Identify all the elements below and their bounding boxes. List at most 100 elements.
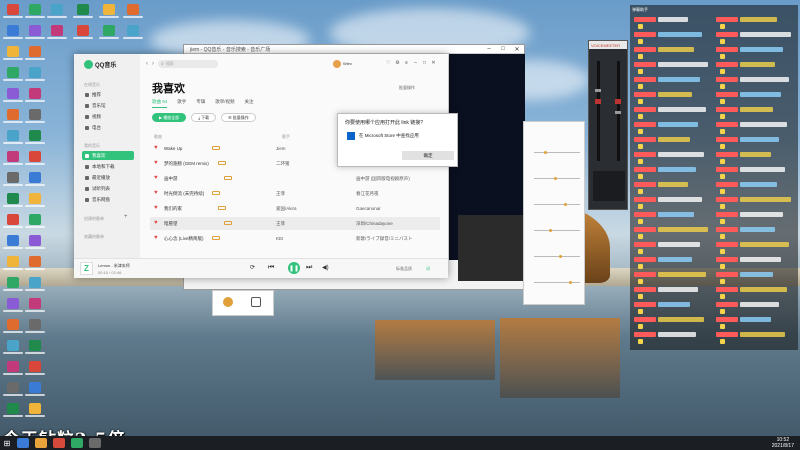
desktop-shortcut-icon[interactable] bbox=[25, 235, 45, 251]
song-title[interactable]: Wake Up bbox=[164, 146, 182, 151]
song-album[interactable]: 深圳/Chinadayone bbox=[356, 221, 393, 227]
search-input[interactable]: ⌕ 搜索 bbox=[158, 60, 218, 68]
small-window[interactable] bbox=[212, 290, 274, 316]
sidebar-item-trial[interactable]: 试听列表 bbox=[82, 184, 134, 193]
batch-button[interactable]: ☰ 批量操作 bbox=[221, 113, 256, 122]
fader-knob[interactable] bbox=[595, 89, 601, 92]
tab-follow[interactable]: 关注 bbox=[245, 99, 254, 108]
add-playlist-icon[interactable]: + bbox=[124, 214, 128, 220]
desktop-shortcut-icon[interactable] bbox=[3, 109, 23, 125]
sidebar-item-music-hall[interactable]: 音乐馆 bbox=[82, 101, 134, 110]
sidebar-item-recommend[interactable]: 推荐 bbox=[82, 90, 134, 99]
song-album[interactable]: 新歌/ライブ録音/ミニバスト bbox=[356, 236, 413, 242]
sidebar-item-cloud[interactable]: 音乐网盘 bbox=[82, 195, 134, 204]
desktop-shortcut-icon[interactable] bbox=[3, 46, 23, 62]
lyric-button[interactable]: 词 bbox=[426, 266, 430, 272]
taskbar-app-icon[interactable] bbox=[35, 438, 47, 448]
desktop-shortcut-icon[interactable] bbox=[99, 25, 119, 41]
settings-window[interactable] bbox=[523, 121, 585, 305]
slider-handle[interactable] bbox=[564, 203, 567, 206]
sidebar-item-radio[interactable]: 电台 bbox=[82, 123, 134, 132]
song-title[interactable]: 画中游 bbox=[164, 176, 178, 182]
slider-handle[interactable] bbox=[569, 281, 572, 284]
heart-icon[interactable]: ♥ bbox=[154, 220, 158, 226]
close-icon[interactable]: ✕ bbox=[510, 46, 524, 53]
maximize-icon[interactable]: □ bbox=[496, 46, 510, 53]
desktop-shortcut-icon[interactable] bbox=[3, 277, 23, 293]
download-button[interactable]: ⤓ 下载 bbox=[191, 113, 217, 122]
song-album[interactable]: Gaecanonar bbox=[356, 206, 381, 211]
song-album[interactable]: 春江花月夜 bbox=[356, 191, 379, 197]
desktop-shortcut-icon[interactable] bbox=[3, 88, 23, 104]
desktop-shortcut-icon[interactable] bbox=[25, 193, 45, 209]
slider[interactable] bbox=[534, 152, 580, 153]
desktop-shortcut-icon[interactable] bbox=[25, 109, 45, 125]
tab-playlists[interactable]: 歌单/视频 bbox=[215, 99, 234, 108]
desktop-shortcut-icon[interactable] bbox=[25, 361, 45, 377]
menu-icon[interactable]: ≡ bbox=[402, 60, 411, 66]
maximize-icon[interactable]: □ bbox=[420, 60, 429, 66]
desktop-shortcut-icon[interactable] bbox=[123, 4, 143, 20]
mute-button[interactable] bbox=[615, 99, 621, 104]
now-playing-title[interactable]: Lemon - 米津玄师 bbox=[98, 263, 130, 269]
desktop-shortcut-icon[interactable] bbox=[25, 214, 45, 230]
desktop-shortcut-icon[interactable] bbox=[99, 4, 119, 20]
heart-icon[interactable]: ♥ bbox=[154, 235, 158, 241]
desktop-shortcut-icon[interactable] bbox=[3, 151, 23, 167]
desktop-shortcut-icon[interactable] bbox=[25, 67, 45, 83]
pause-button[interactable]: ❚❚ bbox=[288, 262, 300, 274]
song-album[interactable]: 画中游 (国风版电视剧原声) bbox=[356, 176, 410, 182]
table-row[interactable]: ♥ 时光倒流 (未完待续) 王菲 春江花月夜 bbox=[150, 187, 440, 200]
slider[interactable] bbox=[534, 256, 580, 257]
settings-icon[interactable]: ⚙ bbox=[393, 60, 402, 66]
album-cover[interactable]: Z bbox=[80, 262, 93, 275]
song-title[interactable]: 暗愿望 bbox=[164, 221, 178, 227]
heart-icon[interactable]: ♥ bbox=[154, 205, 158, 211]
sidebar-item-liked[interactable]: 我喜欢 bbox=[82, 151, 134, 160]
desktop-shortcut-icon[interactable] bbox=[47, 25, 67, 41]
app-icon[interactable] bbox=[223, 297, 233, 307]
windows-start-icon[interactable]: ⊞ bbox=[0, 436, 14, 450]
desktop-shortcut-icon[interactable] bbox=[3, 193, 23, 209]
next-icon[interactable]: ⏭ bbox=[306, 264, 312, 272]
taskbar-app-icon[interactable] bbox=[71, 438, 83, 448]
desktop-shortcut-icon[interactable] bbox=[73, 4, 93, 20]
desktop-shortcut-icon[interactable] bbox=[3, 67, 23, 83]
heart-icon[interactable]: ♥ bbox=[154, 190, 158, 196]
sidebar-item-video[interactable]: 视频 bbox=[82, 112, 134, 121]
desktop-shortcut-icon[interactable] bbox=[25, 298, 45, 314]
play-all-button[interactable]: ▶ 播放全部 bbox=[152, 113, 187, 122]
qqmusic-logo[interactable]: QQ音乐 bbox=[84, 60, 116, 69]
mute-button[interactable] bbox=[595, 99, 601, 104]
song-artist[interactable]: KEI bbox=[276, 236, 283, 241]
heart-icon[interactable]: ♥ bbox=[154, 175, 158, 181]
desktop-shortcut-icon[interactable] bbox=[25, 130, 45, 146]
tab-songs[interactable]: 歌曲 94 bbox=[152, 99, 168, 108]
song-title[interactable]: 我们的家 bbox=[164, 206, 182, 212]
heart-icon[interactable]: ♥ bbox=[154, 145, 158, 151]
sidebar-item-recent[interactable]: 最近播放 bbox=[82, 173, 134, 182]
forward-icon[interactable]: › bbox=[152, 61, 154, 67]
desktop-shortcut-icon[interactable] bbox=[47, 4, 67, 20]
slider[interactable] bbox=[534, 178, 580, 179]
desktop-shortcut-icon[interactable] bbox=[3, 235, 23, 251]
desktop-shortcut-icon[interactable] bbox=[25, 382, 45, 398]
tab-artists[interactable]: 歌手 bbox=[177, 99, 186, 108]
desktop-shortcut-icon[interactable] bbox=[25, 172, 45, 188]
batch-manage-button[interactable]: 批量操作 bbox=[399, 85, 415, 91]
taskbar-app-icon[interactable] bbox=[17, 438, 29, 448]
desktop-shortcut-icon[interactable] bbox=[3, 25, 23, 41]
confirm-button[interactable]: 确定 bbox=[402, 151, 454, 160]
skin-icon[interactable]: ♡ bbox=[384, 60, 393, 66]
desktop-shortcut-icon[interactable] bbox=[3, 214, 23, 230]
desktop-shortcut-icon[interactable] bbox=[25, 46, 45, 62]
song-artist[interactable]: 王菲 bbox=[276, 191, 285, 197]
taskbar-app-icon[interactable] bbox=[53, 438, 65, 448]
volume-icon[interactable]: ◀) bbox=[322, 264, 329, 271]
sidebar-item-local[interactable]: 本地和下载 bbox=[82, 162, 134, 171]
desktop-shortcut-icon[interactable] bbox=[3, 256, 23, 272]
username[interactable]: Wiex bbox=[343, 61, 352, 66]
slider-handle[interactable] bbox=[544, 151, 547, 154]
slider-handle[interactable] bbox=[554, 177, 557, 180]
slider-handle[interactable] bbox=[559, 255, 562, 258]
